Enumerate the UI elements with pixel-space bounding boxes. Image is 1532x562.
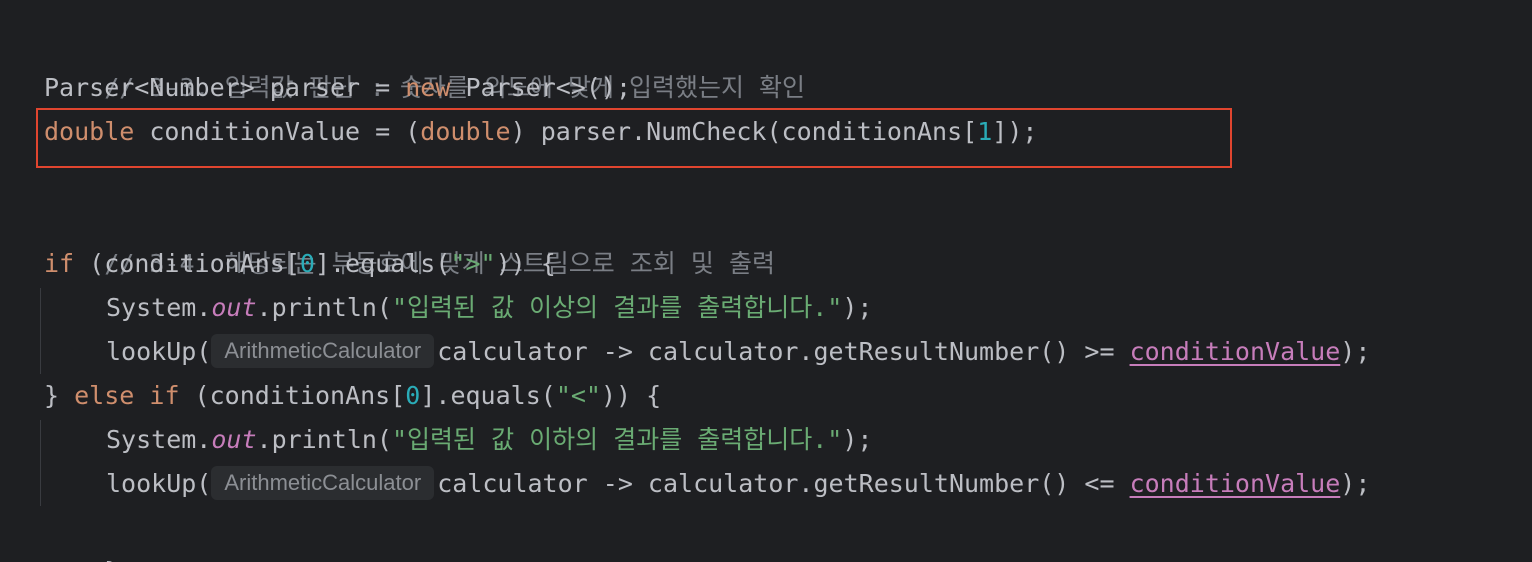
code-line-if[interactable]: if (conditionAns[0].equals(">")) { (44, 242, 556, 286)
highlight-box (36, 108, 1232, 168)
end-token: ); (842, 425, 873, 454)
lambda-token: calculator -> calculator.getResultNumber… (437, 337, 1130, 366)
code-line-println-2[interactable]: System.out.println("입력된 값 이하의 결과를 출력합니다.… (106, 418, 872, 462)
keyword-new: new (405, 73, 451, 102)
call-token: lookUp( (106, 469, 212, 498)
ctor-token: Parser<>(); (450, 73, 632, 102)
static-field-out: out (211, 293, 257, 322)
lambda-token: calculator -> calculator.getResultNumber… (437, 469, 1130, 498)
system-token: System. (106, 425, 212, 454)
assign-token: parser = (254, 73, 406, 102)
cond-token-a: (conditionAns[ (179, 381, 406, 410)
static-field-out: out (211, 425, 257, 454)
number-literal: 0 (405, 381, 421, 410)
indent-guide (40, 288, 41, 374)
end-token: ); (1340, 337, 1371, 366)
field-reference[interactable]: conditionValue (1130, 469, 1341, 498)
string-literal: "입력된 값 이하의 결과를 출력합니다." (391, 425, 843, 454)
code-line-lookup-2[interactable]: lookUp(ArithmeticCalculator calculator ->… (106, 462, 1370, 506)
code-line-comment-3-4[interactable]: // 3-4. 해당되는 부등호에 맞게 스트림으로 조회 및 출력 (44, 198, 775, 278)
call-token: .println( (256, 293, 392, 322)
end-token: )) { (600, 381, 662, 410)
brace-token: } (104, 557, 119, 562)
keyword-else: else (74, 381, 135, 410)
string-literal: ">" (450, 249, 496, 278)
cond-token-b: ].equals( (314, 249, 451, 278)
parameter-hint: ArithmeticCalculator (211, 334, 435, 368)
indent-guide (40, 420, 41, 506)
keyword-if: if (149, 381, 180, 410)
string-literal: "<" (555, 381, 601, 410)
brace-token: } (44, 381, 75, 410)
call-token: lookUp( (106, 337, 212, 366)
cond-token-a: (conditionAns[ (74, 249, 300, 278)
end-token: ); (1340, 469, 1371, 498)
type-token: Parser<Number> (44, 73, 255, 102)
parameter-hint: ArithmeticCalculator (211, 466, 435, 500)
code-line-close-brace[interactable]: } (44, 506, 119, 562)
code-line-else-if[interactable]: } else if (conditionAns[0].equals("<")) … (44, 374, 661, 418)
system-token: System. (106, 293, 212, 322)
field-reference[interactable]: conditionValue (1130, 337, 1341, 366)
number-literal: 0 (299, 249, 315, 278)
string-literal: "입력된 값 이상의 결과를 출력합니다." (391, 293, 843, 322)
code-line-parser[interactable]: Parser<Number> parser = new Parser<>(); (44, 66, 631, 110)
keyword-if: if (44, 249, 75, 278)
code-line-comment-3-3[interactable]: // 3-3. 입력값 판단 : 숫자를 의도에 맞게 입력했는지 확인 (44, 22, 805, 102)
code-editor[interactable]: // 3-3. 입력값 판단 : 숫자를 의도에 맞게 입력했는지 확인 Par… (0, 0, 1532, 562)
cond-token-b: ].equals( (420, 381, 556, 410)
code-line-lookup-1[interactable]: lookUp(ArithmeticCalculator calculator ->… (106, 330, 1370, 374)
call-token: .println( (256, 425, 392, 454)
code-line-println-1[interactable]: System.out.println("입력된 값 이상의 결과를 출력합니다.… (106, 286, 872, 330)
end-token: ); (842, 293, 873, 322)
end-token: )) { (495, 249, 556, 278)
